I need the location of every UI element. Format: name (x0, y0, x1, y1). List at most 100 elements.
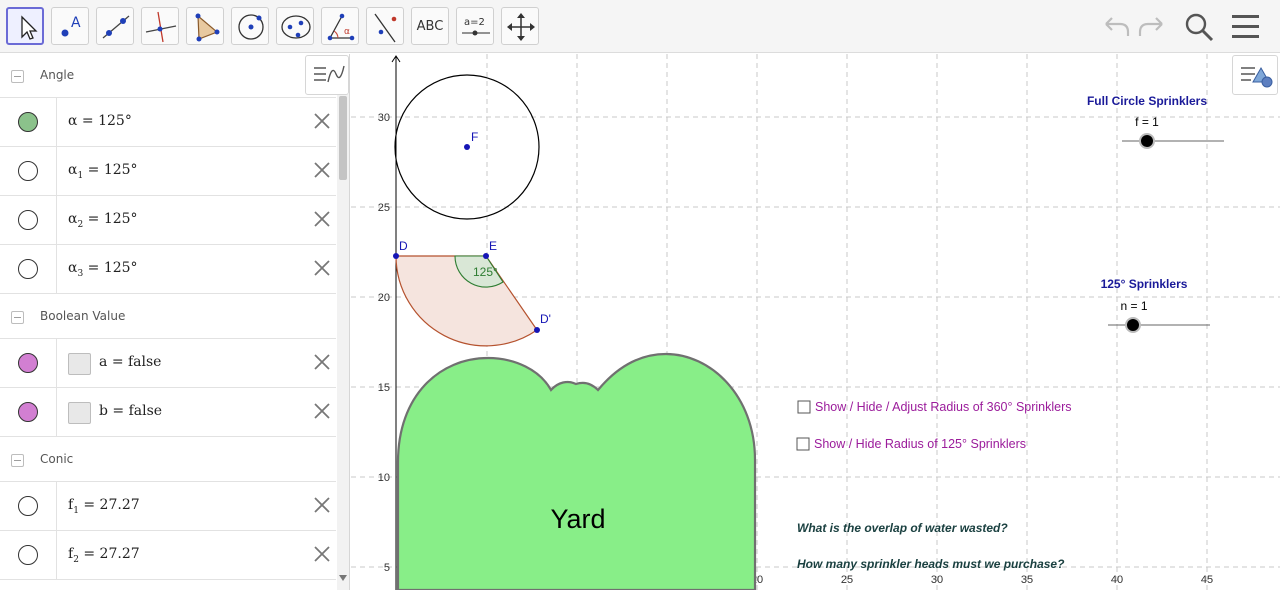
point-E[interactable] (483, 253, 489, 259)
checkbox-125-sprinklers[interactable] (796, 437, 810, 451)
sector-slider-handle[interactable] (1125, 317, 1141, 333)
polygon-icon (195, 13, 220, 42)
reflect-about-line-icon (374, 13, 397, 43)
yard-shape[interactable] (396, 352, 757, 590)
point-icon: A (61, 15, 81, 37)
visibility-marble-icon[interactable] (18, 210, 38, 230)
boolean-checkbox[interactable] (68, 353, 91, 375)
visibility-marble-icon[interactable] (18, 402, 38, 422)
var-subscript: 3 (77, 268, 84, 279)
visibility-marble-icon[interactable] (18, 496, 38, 516)
search-icon[interactable] (1182, 10, 1216, 44)
polygon-tool-button[interactable] (186, 7, 224, 45)
algebra-style-bar-button[interactable] (305, 55, 349, 95)
visibility-marble-icon[interactable] (18, 545, 38, 565)
var-value: = 27.27 (83, 497, 140, 513)
point-D[interactable] (393, 253, 399, 259)
algebra-row-boolean-b[interactable]: b = false (0, 388, 336, 437)
svg-text:A: A (71, 15, 81, 31)
point-Dprime[interactable] (534, 327, 540, 333)
marble-cell (0, 147, 57, 195)
group-label: Angle (40, 68, 75, 82)
geogebra-app: A α ABC a=2 Angle α = 125° α1 = 125° α2 … (0, 0, 1280, 590)
delete-x-icon[interactable] (313, 402, 331, 420)
algebra-row-alpha2[interactable]: α2 = 125° (0, 196, 336, 245)
full-circle-slider-handle[interactable] (1139, 133, 1155, 149)
scrollbar-thumb[interactable] (339, 96, 347, 180)
algebra-row-text[interactable]: α = 125° (68, 113, 132, 129)
algebra-row-boolean-a[interactable]: a = false (0, 339, 336, 388)
move-graphics-tool-button[interactable] (501, 7, 539, 45)
visibility-marble-icon[interactable] (18, 161, 38, 181)
algebra-row-text[interactable]: a = false (99, 354, 161, 370)
delete-x-icon[interactable] (313, 496, 331, 514)
slider-tool-button[interactable]: a=2 (456, 7, 494, 45)
conic-tool-button[interactable] (276, 7, 314, 45)
algebra-row-text[interactable]: α1 = 125° (68, 162, 138, 181)
graphics-style-bar-button[interactable] (1232, 55, 1278, 95)
point-F-label: F (471, 130, 478, 144)
visibility-marble-icon[interactable] (18, 112, 38, 132)
checkbox-360-label[interactable]: Show / Hide / Adjust Radius of 360° Spri… (815, 400, 1072, 414)
algebra-view: Angle α = 125° α1 = 125° α2 = 125° α3 = … (0, 54, 350, 590)
algebra-row-text[interactable]: α2 = 125° (68, 211, 138, 230)
collapse-icon[interactable] (11, 454, 24, 467)
algebra-scrollbar[interactable] (337, 94, 349, 590)
ellipse-icon (281, 15, 311, 39)
boolean-checkbox[interactable] (68, 402, 91, 424)
move-graphics-view-icon (507, 13, 535, 41)
marble-cell (0, 98, 57, 146)
group-header-angle[interactable]: Angle (0, 54, 336, 98)
delete-x-icon[interactable] (313, 210, 331, 228)
var-value: = 125° (87, 260, 138, 276)
arrow-cursor-icon (21, 15, 38, 40)
point-F[interactable] (464, 144, 470, 150)
graphics-view[interactable]: 5 10 15 20 25 30 35 40 45 5 10 15 20 25 30 F 125° D E… (351, 54, 1280, 590)
var-value: = false (111, 354, 162, 370)
collapse-icon[interactable] (11, 70, 24, 83)
hamburger-menu-icon[interactable] (1229, 10, 1263, 44)
y-tick-label: 5 (384, 562, 390, 574)
group-header-conic[interactable]: Conic (0, 438, 336, 482)
move-tool-button[interactable] (6, 7, 44, 45)
checkbox-125-label[interactable]: Show / Hide Radius of 125° Sprinklers (814, 437, 1026, 451)
algebra-row-text[interactable]: f1 = 27.27 (68, 497, 140, 516)
scroll-down-arrow-icon[interactable] (339, 575, 347, 581)
algebra-row-text[interactable]: α3 = 125° (68, 260, 138, 279)
full-circle-slider-label: f = 1 (1135, 115, 1159, 129)
reflect-tool-button[interactable] (366, 7, 404, 45)
delete-x-icon[interactable] (313, 545, 331, 563)
marble-cell (0, 196, 57, 244)
delete-x-icon[interactable] (313, 161, 331, 179)
delete-x-icon[interactable] (313, 112, 331, 130)
algebra-row-f1[interactable]: f1 = 27.27 (0, 482, 336, 531)
delete-x-icon[interactable] (313, 259, 331, 277)
circle-tool-button[interactable] (231, 7, 269, 45)
question-sprinkler-heads: How many sprinkler heads must we purchas… (797, 557, 1065, 571)
visibility-marble-icon[interactable] (18, 353, 38, 373)
perpendicular-tool-button[interactable] (141, 7, 179, 45)
redo-icon[interactable] (1136, 10, 1170, 44)
angle-icon: α (327, 13, 355, 41)
line-tool-button[interactable] (96, 7, 134, 45)
group-header-boolean[interactable]: Boolean Value (0, 295, 336, 339)
point-tool-button[interactable]: A (51, 7, 89, 45)
algebra-row-alpha1[interactable]: α1 = 125° (0, 147, 336, 196)
delete-x-icon[interactable] (313, 353, 331, 371)
var-value: = 125° (87, 162, 138, 178)
undo-icon[interactable] (1098, 10, 1132, 44)
sector-title: 125° Sprinklers (1101, 277, 1188, 291)
x-tick-label: 35 (1021, 574, 1033, 586)
algebra-row-alpha[interactable]: α = 125° (0, 98, 336, 147)
collapse-icon[interactable] (11, 311, 24, 324)
checkbox-360-sprinklers[interactable] (797, 400, 811, 414)
y-tick-label: 25 (378, 202, 390, 214)
angle-tool-button[interactable]: α (321, 7, 359, 45)
algebra-row-text[interactable]: b = false (99, 403, 162, 419)
visibility-marble-icon[interactable] (18, 259, 38, 279)
algebra-row-alpha3[interactable]: α3 = 125° (0, 245, 336, 294)
text-tool-button[interactable]: ABC (411, 7, 449, 45)
algebra-row-f2[interactable]: f2 = 27.27 (0, 531, 336, 580)
graph-style-icon (314, 65, 345, 83)
algebra-row-text[interactable]: f2 = 27.27 (68, 546, 140, 565)
